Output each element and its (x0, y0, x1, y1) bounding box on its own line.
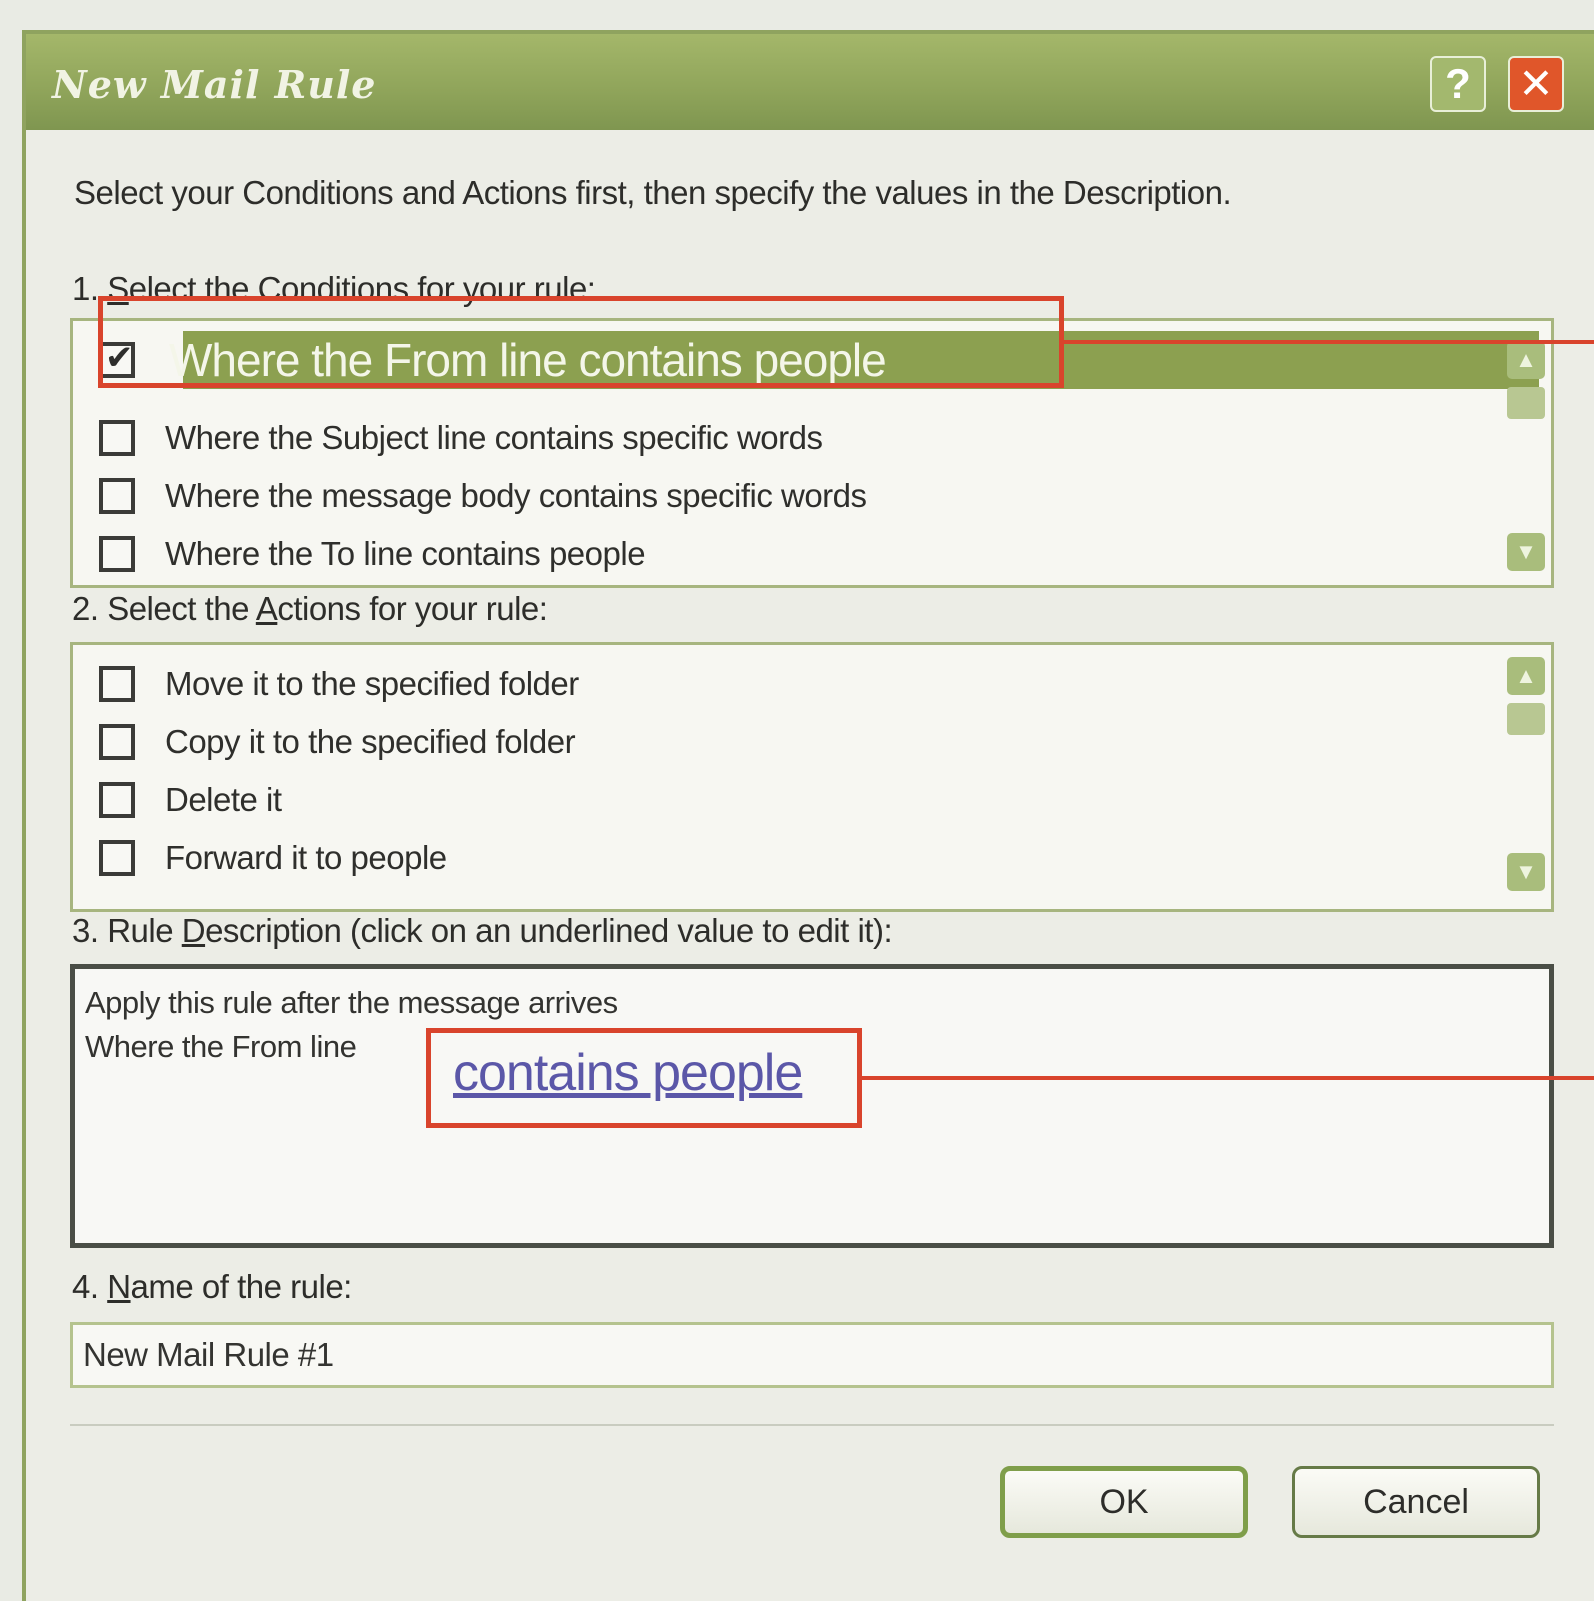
condition-checkbox-message-body[interactable] (99, 478, 135, 514)
actions-scrollbar[interactable]: ▲ ▼ (1507, 657, 1545, 893)
scroll-up-icon[interactable]: ▲ (1507, 657, 1545, 695)
condition-item-to-line[interactable]: Where the To line contains people (99, 529, 646, 579)
condition-callout-line (1064, 340, 1594, 344)
actions-list[interactable]: Move it to the specified folder Copy it … (70, 642, 1554, 912)
intro-text: Select your Conditions and Actions first… (74, 174, 1232, 211)
link-callout-line (862, 1076, 1594, 1080)
action-label: Move it to the specified folder (165, 665, 579, 702)
scroll-down-icon[interactable]: ▼ (1507, 533, 1545, 571)
close-icon: ✕ (1518, 60, 1554, 107)
condition-item-subject-line[interactable]: Where the Subject line contains specific… (99, 413, 823, 463)
condition-item-message-body[interactable]: Where the message body contains specific… (99, 471, 867, 521)
scroll-thumb[interactable] (1507, 703, 1545, 735)
question-mark-icon: ? (1445, 60, 1471, 107)
action-item-move[interactable]: Move it to the specified folder (99, 659, 579, 709)
scroll-thumb[interactable] (1507, 387, 1545, 419)
description-label: 3. Rule Description (click on an underli… (72, 912, 893, 949)
condition-label: Where the To line contains people (165, 535, 646, 572)
title-bar: New Mail Rule ? ✕ (26, 34, 1594, 130)
action-checkbox-copy[interactable] (99, 724, 135, 760)
cancel-button[interactable]: Cancel (1292, 1466, 1540, 1538)
actions-label: 2. Select the Actions for your rule: (72, 590, 548, 627)
scroll-up-icon[interactable]: ▲ (1507, 341, 1545, 379)
conditions-scrollbar[interactable]: ▲ ▼ (1507, 341, 1545, 571)
rule-name-label: 4. Name of the rule: (72, 1268, 352, 1305)
link-callout-box (426, 1028, 862, 1128)
action-item-copy[interactable]: Copy it to the specified folder (99, 717, 576, 767)
action-checkbox-delete[interactable] (99, 782, 135, 818)
condition-checkbox-to-line[interactable] (99, 536, 135, 572)
footer-divider (70, 1424, 1554, 1426)
condition-checkbox-subject-line[interactable] (99, 420, 135, 456)
rule-name-field[interactable] (70, 1322, 1554, 1388)
action-label: Copy it to the specified folder (165, 723, 576, 760)
action-checkbox-move[interactable] (99, 666, 135, 702)
description-line-from: Where the From line (85, 1029, 357, 1064)
scroll-down-icon[interactable]: ▼ (1507, 853, 1545, 891)
screenshot-page: New Mail Rule ? ✕ Select your Conditions… (0, 0, 1594, 1601)
condition-label: Where the Subject line contains specific… (165, 419, 823, 456)
action-item-forward[interactable]: Forward it to people (99, 833, 447, 883)
condition-label: Where the message body contains specific… (165, 477, 867, 514)
new-mail-rule-dialog: New Mail Rule ? ✕ Select your Conditions… (22, 30, 1594, 1601)
ok-button[interactable]: OK (1000, 1466, 1248, 1538)
action-item-delete[interactable]: Delete it (99, 775, 282, 825)
action-label: Forward it to people (165, 839, 447, 876)
condition-callout-box (98, 296, 1064, 388)
action-label: Delete it (165, 781, 282, 818)
action-checkbox-forward[interactable] (99, 840, 135, 876)
dialog-title: New Mail Rule (52, 62, 377, 107)
help-button[interactable]: ? (1430, 56, 1486, 112)
description-line-arrives: Apply this rule after the message arrive… (85, 985, 618, 1020)
close-button[interactable]: ✕ (1508, 56, 1564, 112)
